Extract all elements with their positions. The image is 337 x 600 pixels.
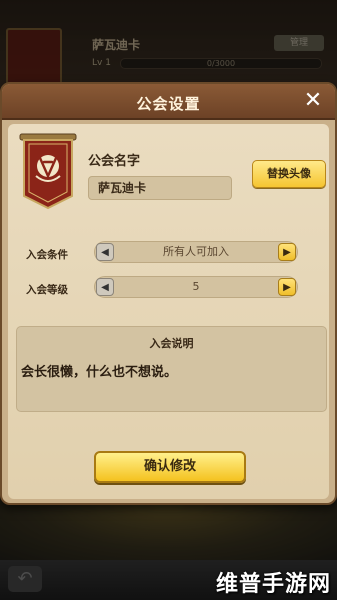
join-level-selector: ◀ 5 ▶ — [94, 276, 298, 298]
join-condition-value: 所有人可加入 — [163, 245, 229, 258]
arrow-left-icon[interactable]: ◀ — [96, 243, 114, 261]
arrow-right-icon[interactable]: ▶ — [278, 278, 296, 296]
arrow-left-icon[interactable]: ◀ — [96, 278, 114, 296]
close-icon[interactable]: ✕ — [301, 89, 325, 113]
join-level-value: 5 — [192, 280, 200, 293]
join-level-label: 入会等级 — [26, 284, 68, 296]
join-condition-label: 入会条件 — [26, 249, 68, 261]
arrow-right-icon[interactable]: ▶ — [278, 243, 296, 261]
guild-name-label: 公会名字 — [88, 154, 141, 169]
join-description-title: 入会说明 — [149, 337, 194, 350]
join-condition-selector: ◀ 所有人可加入 ▶ — [94, 241, 298, 263]
dialog-header: 公会设置 ✕ — [2, 84, 335, 120]
horde-banner-icon — [18, 132, 78, 210]
join-description-text: 会长很懒，什么也不想说。 — [21, 365, 178, 380]
confirm-changes-button[interactable]: 确认修改 — [94, 451, 246, 483]
guild-name-input[interactable]: 萨瓦迪卡 — [88, 176, 232, 200]
replace-avatar-button[interactable]: 替换头像 — [252, 160, 326, 188]
join-description-box[interactable]: 入会说明 会长很懒，什么也不想说。 — [16, 326, 327, 412]
guild-settings-dialog: 公会设置 ✕ 公会名字 萨瓦迪卡 替换头像 入会条件 ◀ 所有人可加入 ▶ 入会… — [0, 82, 337, 505]
watermark-text: 维普手游网 — [215, 572, 331, 597]
dialog-title: 公会设置 — [136, 95, 201, 113]
